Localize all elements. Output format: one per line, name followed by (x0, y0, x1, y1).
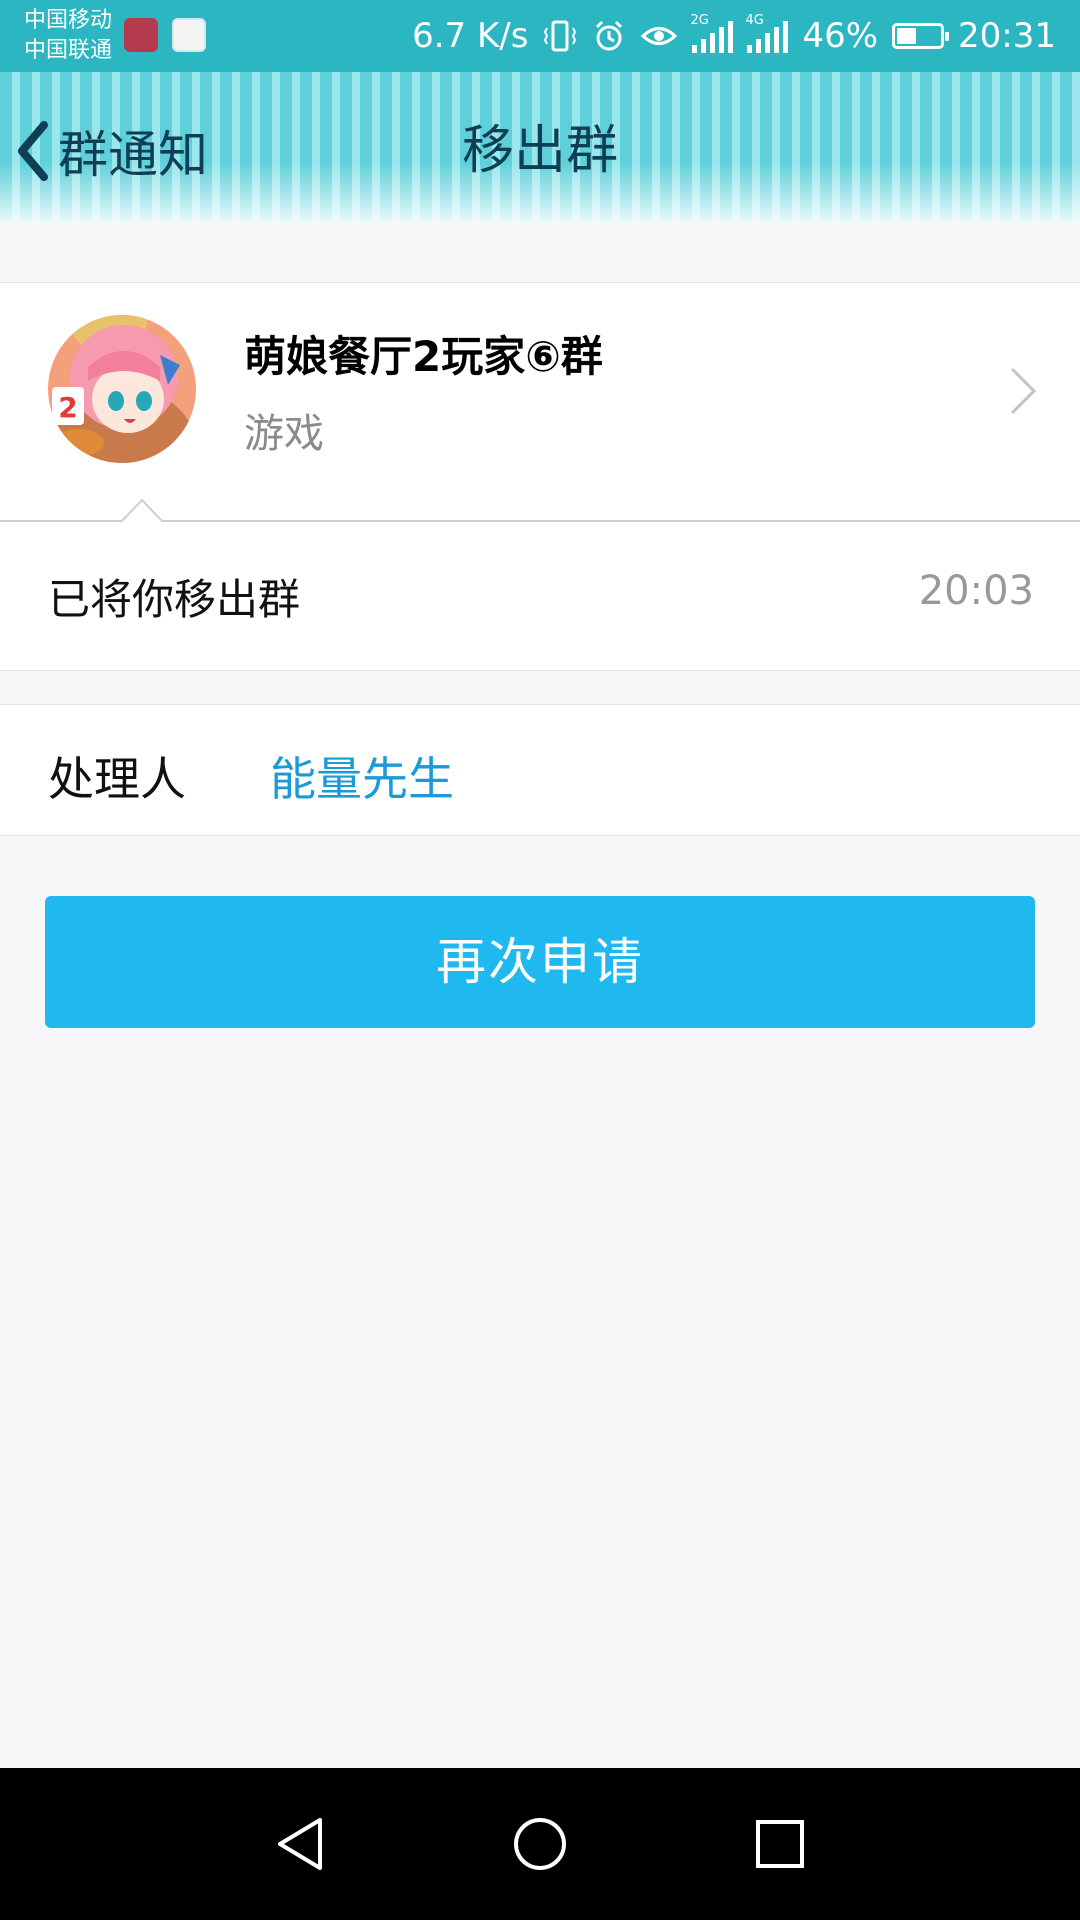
notice-row: 已将你移出群 20:03 (0, 522, 1080, 671)
signal-sim2-icon: 4G (745, 13, 789, 53)
chevron-right-icon (1010, 367, 1037, 415)
carrier-info: 中国移动 中国联通 (24, 6, 112, 66)
reapply-button[interactable]: 再次申请 (45, 896, 1035, 1028)
system-nav-bar (0, 1768, 1080, 1920)
notice-time: 20:03 (918, 568, 1034, 614)
group-category: 游戏 (244, 411, 324, 457)
page-title: 移出群 (461, 121, 618, 181)
handler-name-link[interactable]: 能量先生 (270, 743, 454, 809)
nav-recents-icon[interactable] (748, 1812, 812, 1876)
status-indicators: 6.7 K/s 2G 4G 46% 20:31 (412, 0, 1056, 72)
signal-sim1-icon: 2G (690, 13, 734, 53)
notice-text: 已将你移出群 (48, 575, 301, 624)
nav-home-icon[interactable] (508, 1812, 572, 1876)
group-name: 萌娘餐厅2玩家⑥群 (244, 332, 603, 381)
battery-icon (892, 23, 950, 49)
network-speed: 6.7 K/s (412, 16, 529, 56)
card-divider (0, 485, 1080, 525)
eye-comfort-icon (641, 27, 678, 45)
handler-row: 处理人 能量先生 (0, 704, 1080, 836)
nav-header: 群通知 移出群 (0, 72, 1080, 222)
handler-label: 处理人 (48, 752, 186, 806)
avatar-badge: 2 (58, 391, 77, 424)
vibrate-icon (544, 20, 577, 52)
clock: 20:31 (958, 16, 1056, 56)
battery-percent: 46% (802, 16, 879, 56)
map-app-icon (172, 18, 206, 52)
huawei-app-icon (124, 18, 158, 52)
status-bar: 中国移动 中国联通 6.7 K/s 2G 4G 46% 20:31 (0, 0, 1080, 72)
nav-back-icon[interactable] (268, 1812, 332, 1876)
alarm-icon (596, 20, 623, 51)
carrier-1: 中国移动 (24, 8, 113, 33)
carrier-2: 中国联通 (24, 38, 113, 63)
group-avatar: 2 (48, 315, 196, 463)
